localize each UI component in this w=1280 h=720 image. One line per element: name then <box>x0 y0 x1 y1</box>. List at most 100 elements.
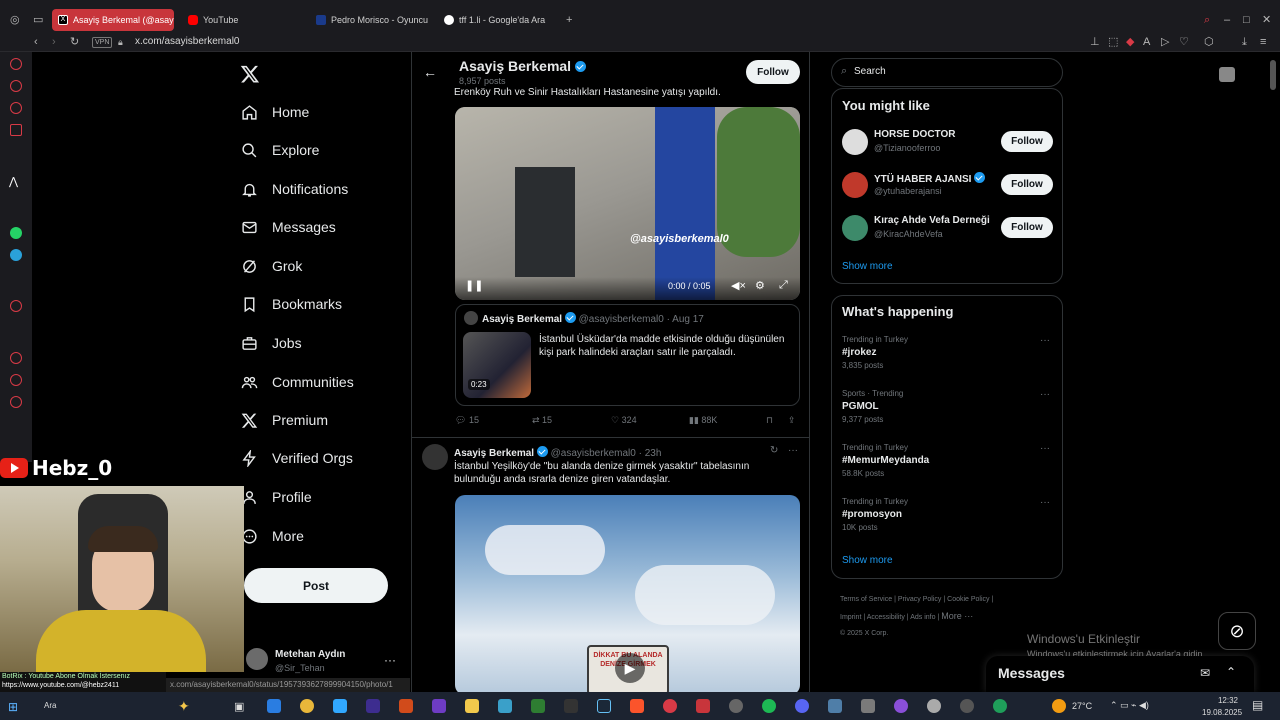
discord-taskbar-icon[interactable] <box>795 699 809 713</box>
play-icon[interactable]: ▶ <box>615 653 645 683</box>
translate-icon[interactable]: A <box>1143 36 1150 48</box>
follow-button[interactable]: Follow <box>746 60 800 84</box>
share-button[interactable]: ⇪ <box>788 415 796 426</box>
tweet-avatar[interactable] <box>422 444 448 470</box>
nav-grok[interactable]: Grok <box>241 254 302 278</box>
settings-taskbar-icon[interactable] <box>927 699 941 713</box>
like-button[interactable]: ♡ 324 <box>611 415 637 426</box>
reload-icon[interactable]: ↻ <box>70 36 79 48</box>
trend-menu-icon[interactable]: ··· <box>1040 389 1050 400</box>
adblock-icon[interactable]: ◆ <box>1126 36 1134 48</box>
footer-link[interactable]: Terms of Service <box>840 596 892 603</box>
sidebar-game-icon[interactable] <box>10 102 22 114</box>
sidebar-history-icon[interactable] <box>10 352 22 364</box>
footer-link[interactable]: More ··· <box>941 611 973 621</box>
footer-link[interactable]: Ads info <box>910 614 935 621</box>
account-name[interactable]: Metehan Aydın <box>275 649 345 660</box>
app-taskbar-icon[interactable] <box>729 699 743 713</box>
app-taskbar-icon[interactable] <box>696 699 710 713</box>
post-button[interactable]: Post <box>244 568 388 603</box>
telegram-icon[interactable] <box>10 249 22 261</box>
nav-more[interactable]: More <box>241 524 304 548</box>
app-taskbar-icon[interactable] <box>828 699 842 713</box>
sidebar-flow-icon[interactable]: ⋀ <box>9 175 18 188</box>
bookmark-button[interactable]: ⊓ <box>766 415 773 426</box>
back-arrow-icon[interactable]: ← <box>423 64 437 80</box>
notification-icon[interactable]: ▤ <box>1252 698 1263 712</box>
nav-verified-orgs[interactable]: Verified Orgs <box>241 446 353 470</box>
epic-taskbar-icon[interactable] <box>564 699 578 713</box>
taskbar-search[interactable]: Ara <box>44 701 56 710</box>
tweet-video[interactable]: @asayisberkemal0 ❚❚ 0:00 / 0:05 ◀× ⚙ ⤢ <box>455 107 800 300</box>
nav-messages[interactable]: Messages <box>241 215 336 239</box>
app-taskbar-icon[interactable] <box>432 699 446 713</box>
follow-button[interactable]: Follow <box>1001 217 1053 238</box>
account-avatar[interactable] <box>246 648 268 670</box>
new-tab-icon[interactable]: + <box>566 14 572 26</box>
premiere-taskbar-icon[interactable] <box>366 699 380 713</box>
task-view-icon[interactable]: ▣ <box>234 700 244 713</box>
copilot-taskbar-icon[interactable] <box>267 699 281 713</box>
trend-item[interactable]: Trending in Turkey #jrokez 3,835 posts ·… <box>842 335 1054 370</box>
nav-jobs[interactable]: Jobs <box>241 331 302 355</box>
tray-icons[interactable]: ⌃ ▭ ⌁ ◀) <box>1110 700 1149 711</box>
store-taskbar-icon[interactable] <box>531 699 545 713</box>
trend-menu-icon[interactable]: ··· <box>1040 497 1050 508</box>
weather-icon[interactable] <box>1052 699 1066 713</box>
tab-asayis[interactable]: X Asayiş Berkemal (@asay <box>52 9 174 31</box>
send-icon[interactable]: ▷ <box>1161 36 1169 48</box>
suggestion-item[interactable]: YTÜ HABER AJANSI @ytuhaberajansi Follow <box>842 171 1054 201</box>
sidebar-mail-icon[interactable] <box>10 124 22 136</box>
spotify-taskbar-icon[interactable] <box>762 699 776 713</box>
sparkle-icon[interactable]: ✦ <box>178 698 190 715</box>
trend-menu-icon[interactable]: ··· <box>1040 335 1050 346</box>
grok-actions-icon[interactable]: ↻ <box>770 445 778 456</box>
sidebar-workspace-icon[interactable] <box>10 80 22 92</box>
nav-home[interactable]: Home <box>241 100 309 124</box>
trend-menu-icon[interactable]: ··· <box>1040 443 1050 454</box>
show-more-link[interactable]: Show more <box>842 261 893 272</box>
clock-date[interactable]: 19.08.2025 <box>1202 708 1242 717</box>
tab-google[interactable]: tff 1.li - Google'da Ara <box>438 9 562 31</box>
suggestion-item[interactable]: HORSE DOCTOR @Tizianooferroo Follow <box>842 128 1054 158</box>
minimize-icon[interactable]: – <box>1224 14 1230 26</box>
repost-button[interactable]: ⇄ 15 <box>532 415 552 426</box>
footer-link[interactable]: Imprint <box>840 614 861 621</box>
pin-icon[interactable]: ⊥ <box>1090 36 1100 48</box>
nav-premium[interactable]: Premium <box>241 408 328 432</box>
nav-communities[interactable]: Communities <box>241 370 354 394</box>
tab-overview-icon[interactable]: ▭ <box>33 14 43 26</box>
opera-menu-icon[interactable]: ◎ <box>10 14 20 26</box>
footer-link[interactable]: Accessibility <box>867 614 905 621</box>
search-input[interactable]: Search <box>854 66 886 77</box>
nav-explore[interactable]: Explore <box>241 138 319 162</box>
app-taskbar-icon[interactable] <box>861 699 875 713</box>
opera-taskbar-icon[interactable] <box>663 699 677 713</box>
tab-pedro[interactable]: Pedro Morisco - Oyuncu <box>310 9 434 31</box>
trend-item[interactable]: Trending in Turkey #promosyon 10K posts … <box>842 497 1054 532</box>
sidebar-player-icon[interactable] <box>10 300 22 312</box>
show-more-link[interactable]: Show more <box>842 555 893 566</box>
views-button[interactable]: ▮▮ 88K <box>689 415 717 426</box>
url-field[interactable]: x.com/asayisberkemal0 <box>135 36 239 47</box>
tab-youtube[interactable]: YouTube <box>182 9 302 31</box>
close-icon[interactable]: ✕ <box>1262 14 1271 26</box>
profile-avatar[interactable] <box>1219 67 1235 82</box>
search-box[interactable]: ⌕ Search <box>831 58 1063 87</box>
account-menu-icon[interactable]: ··· <box>384 653 396 667</box>
app-taskbar-icon[interactable] <box>894 699 908 713</box>
tweet2-video[interactable]: DİKKAT BU ALANDA DENİZE GİRMEK ▶ <box>455 495 800 692</box>
messages-dock[interactable]: Messages ✉ ⌃ <box>986 656 1254 692</box>
settings-icon[interactable]: ⚙ <box>755 279 765 292</box>
x-logo-icon[interactable] <box>240 64 260 84</box>
fullscreen-icon[interactable]: ⤢ <box>779 279 788 292</box>
tweet-menu-icon[interactable]: ··· <box>788 445 798 456</box>
sidebar-aria-icon[interactable] <box>10 58 22 70</box>
nav-notifications[interactable]: Notifications <box>241 177 348 201</box>
download-icon[interactable]: ⤓ <box>1242 36 1247 48</box>
clock-time[interactable]: 12:32 <box>1212 696 1238 705</box>
pause-icon[interactable]: ❚❚ <box>465 279 483 292</box>
footer-link[interactable]: Cookie Policy <box>947 596 989 603</box>
menu-icon[interactable]: ≡ <box>1260 36 1266 48</box>
app-taskbar-icon[interactable] <box>960 699 974 713</box>
